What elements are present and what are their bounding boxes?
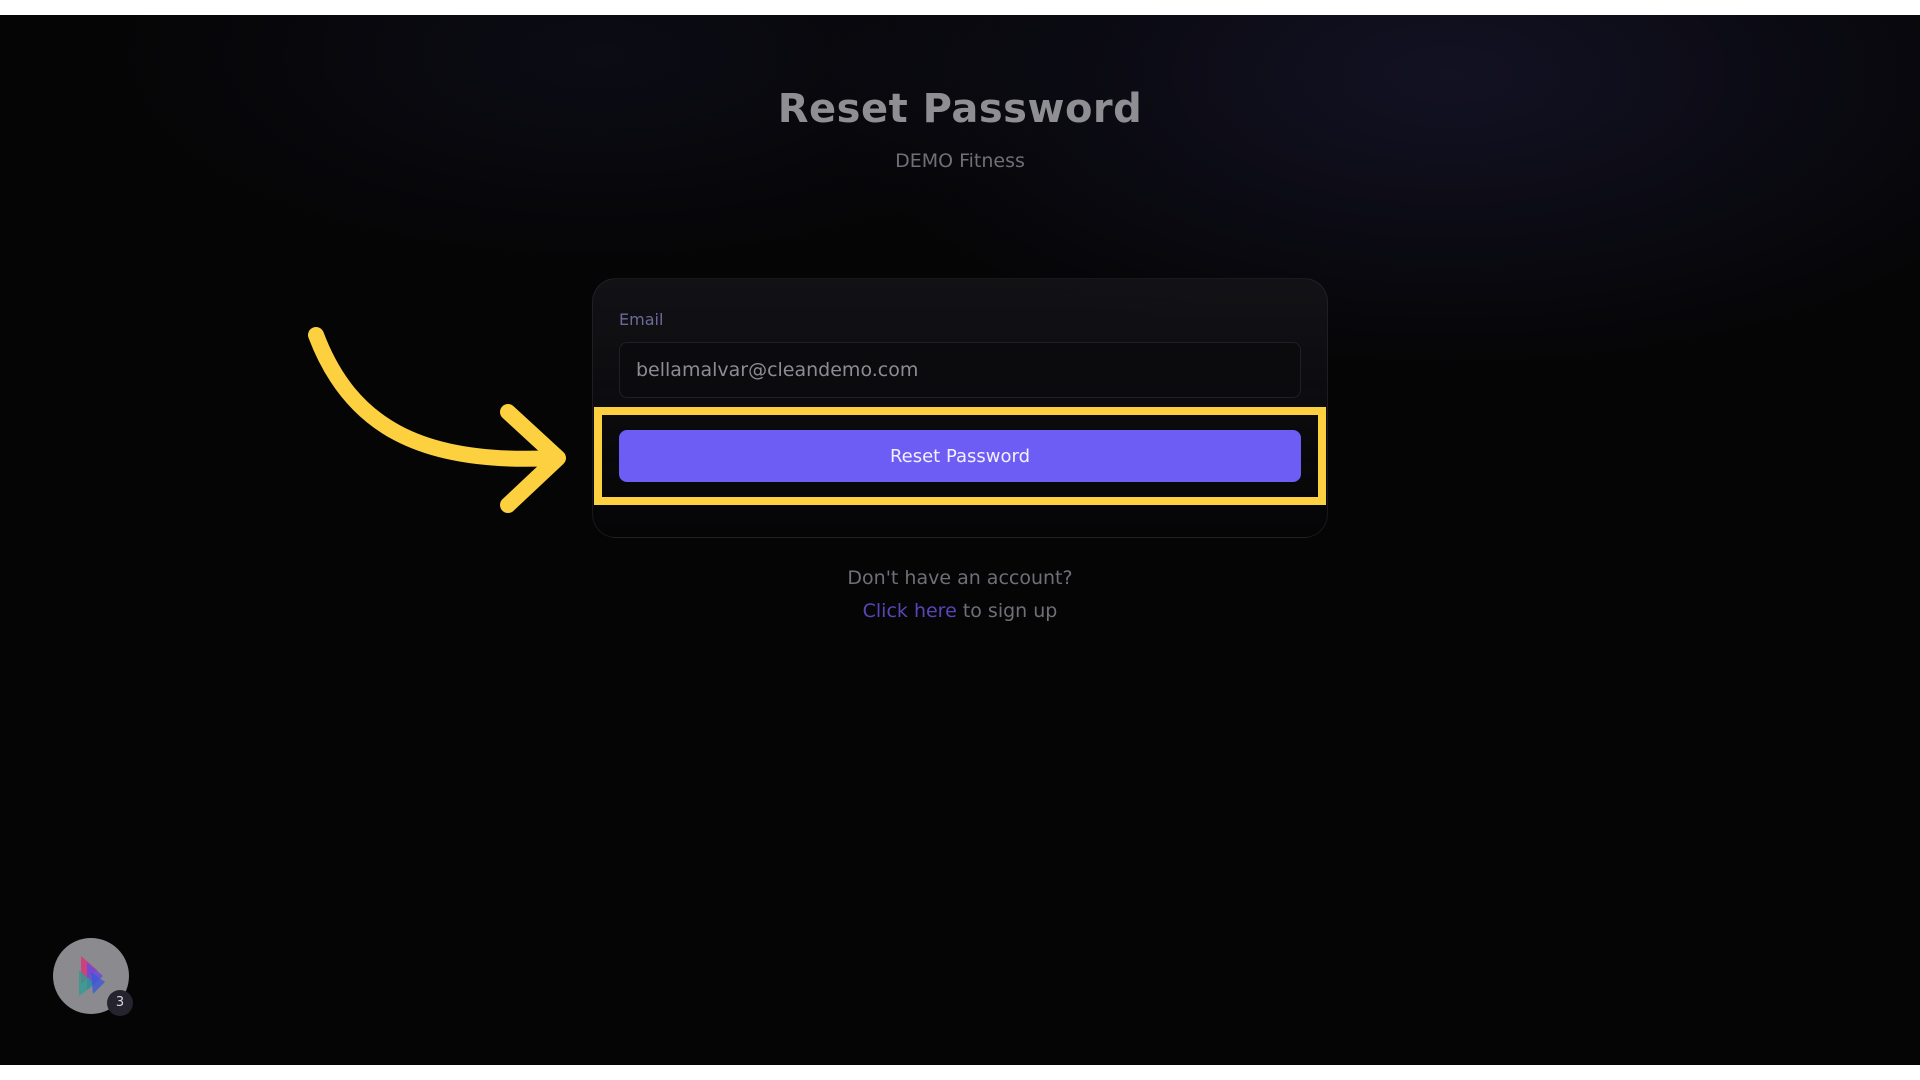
email-label: Email (619, 310, 664, 329)
page-subtitle: DEMO Fitness (895, 150, 1025, 172)
notification-badge: 3 (107, 990, 133, 1016)
page-title: Reset Password (777, 86, 1143, 132)
page-background: Reset Password DEMO Fitness Email Reset … (0, 15, 1920, 1065)
signup-suffix: to sign up (956, 600, 1058, 622)
arrow-annotation-icon (308, 327, 566, 513)
help-widget-button[interactable]: 3 (53, 938, 133, 1016)
signup-link[interactable]: Click here (863, 600, 957, 622)
email-field[interactable] (619, 342, 1301, 398)
chameleon-logo-icon (79, 956, 105, 996)
reset-password-button[interactable]: Reset Password (619, 430, 1301, 482)
signup-line: Click here to sign up (0, 600, 1920, 622)
signup-prompt: Don't have an account? (847, 567, 1073, 589)
